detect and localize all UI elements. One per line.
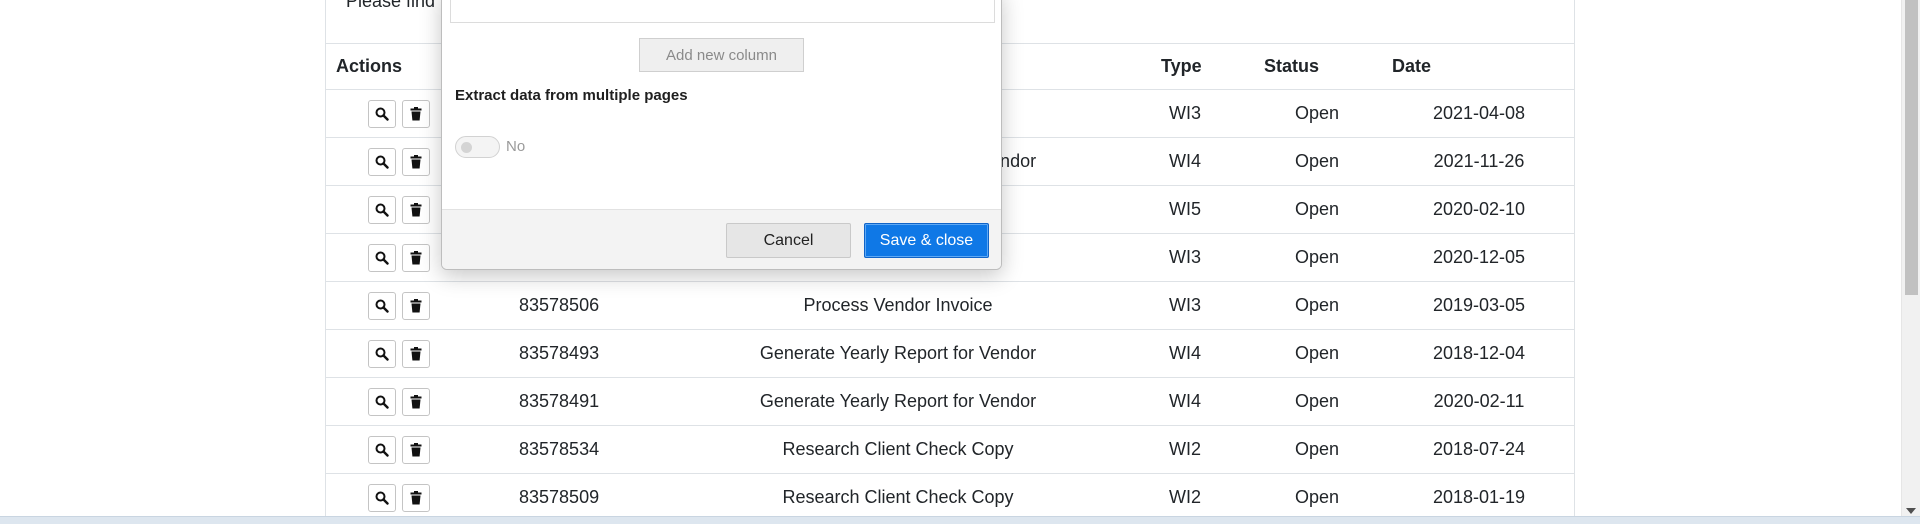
toggle-knob [461,142,472,153]
table-row: 83578506 Process Vendor Invoice WI3 Open 201… [326,282,1574,330]
delete-button[interactable] [402,484,430,512]
cell-type: WI2 [1168,487,1202,507]
table-row: 83578491 Generate Yearly Report for Vendo… [326,378,1574,426]
cell-date: 2018-12-04 [1432,343,1526,363]
delete-button[interactable] [402,388,430,416]
configuration-modal: ⚙ Add new column Extract data from multi… [441,0,1002,270]
cell-id: 83578491 [519,391,600,411]
table-row: 83578493 Generate Yearly Report for Vendo… [326,330,1574,378]
cell-date: 2018-01-19 [1432,487,1526,507]
delete-button[interactable] [402,148,430,176]
view-button[interactable] [368,292,396,320]
table-row: 83578509 Research Client Check Copy WI2 Ope… [326,474,1574,522]
search-icon [375,491,389,505]
delete-button[interactable] [402,100,430,128]
scroll-down-arrow-icon[interactable] [1906,508,1916,514]
trash-icon [410,395,422,409]
cell-id: 83578506 [519,295,600,315]
view-button[interactable] [368,484,396,512]
cancel-button[interactable]: Cancel [726,223,851,258]
search-icon [375,299,389,313]
delete-button[interactable] [402,244,430,272]
cell-status: Open [1294,391,1340,411]
cell-date: 2021-04-08 [1432,103,1526,123]
trash-icon [410,491,422,505]
cell-id: 83578509 [519,487,600,507]
add-new-column-button[interactable]: Add new column [639,38,804,72]
page-scrollbar[interactable] [1901,0,1920,524]
cell-status: Open [1294,199,1340,219]
cell-date: 2020-02-11 [1433,391,1525,411]
cell-status: Open [1294,295,1340,315]
header-date[interactable]: Date [1392,56,1431,77]
view-button[interactable] [368,100,396,128]
cell-date: 2021-11-26 [1433,151,1525,171]
cell-type: WI2 [1168,439,1202,459]
cell-id: 83578534 [519,439,600,459]
cell-id: 83578493 [519,343,600,363]
delete-button[interactable] [402,196,430,224]
delete-button[interactable] [402,340,430,368]
cell-type: WI3 [1168,247,1202,267]
search-icon [375,395,389,409]
trash-icon [410,203,422,217]
cell-date: 2018-07-24 [1432,439,1526,459]
view-button[interactable] [368,244,396,272]
delete-button[interactable] [402,436,430,464]
search-icon [375,443,389,457]
view-button[interactable] [368,388,396,416]
search-icon [375,251,389,265]
search-icon [375,155,389,169]
cell-type: WI4 [1168,151,1202,171]
view-button[interactable] [368,196,396,224]
cell-type: WI4 [1168,343,1202,363]
cell-description: Research Client Check Copy [782,439,1014,459]
cell-status: Open [1294,487,1340,507]
cell-type: WI4 [1168,391,1202,411]
trash-icon [410,155,422,169]
trash-icon [410,299,422,313]
delete-button[interactable] [402,292,430,320]
cell-date: 2020-02-10 [1432,199,1526,219]
cell-description: Research Client Check Copy [782,487,1014,507]
cell-status: Open [1294,343,1340,363]
search-icon [375,347,389,361]
search-icon [375,203,389,217]
cell-date: 2020-12-05 [1432,247,1526,267]
trash-icon [410,347,422,361]
extract-multiple-pages-toggle[interactable] [455,136,500,158]
modal-footer: Cancel Save & close [442,209,1001,269]
cell-date: 2019-03-05 [1432,295,1526,315]
cell-status: Open [1294,439,1340,459]
cell-description: Process Vendor Invoice [803,295,993,315]
save-and-close-button[interactable]: Save & close [864,223,989,258]
view-button[interactable] [368,436,396,464]
table-row: 83578534 Research Client Check Copy WI2 Ope… [326,426,1574,474]
cell-type: WI5 [1168,199,1202,219]
toggle-value-text: No [506,138,526,155]
column-row: ⚙ [450,0,995,23]
cell-type: WI3 [1168,103,1202,123]
trash-icon [410,251,422,265]
cell-status: Open [1294,103,1340,123]
scrollbar-thumb[interactable] [1905,0,1918,295]
view-button[interactable] [368,340,396,368]
view-button[interactable] [368,148,396,176]
header-actions: Actions [336,56,403,76]
extract-multiple-pages-label: Extract data from multiple pages [455,87,688,104]
cell-status: Open [1294,151,1340,171]
cell-description: Generate Yearly Report for Vendor [759,391,1037,411]
cell-description: Generate Yearly Report for Vendor [759,343,1037,363]
search-icon [375,107,389,121]
trash-icon [410,107,422,121]
cell-status: Open [1294,247,1340,267]
cell-type: WI3 [1168,295,1202,315]
header-status[interactable]: Status [1264,56,1319,77]
taskbar [0,516,1920,524]
trash-icon [410,443,422,457]
header-type[interactable]: Type [1161,56,1202,77]
